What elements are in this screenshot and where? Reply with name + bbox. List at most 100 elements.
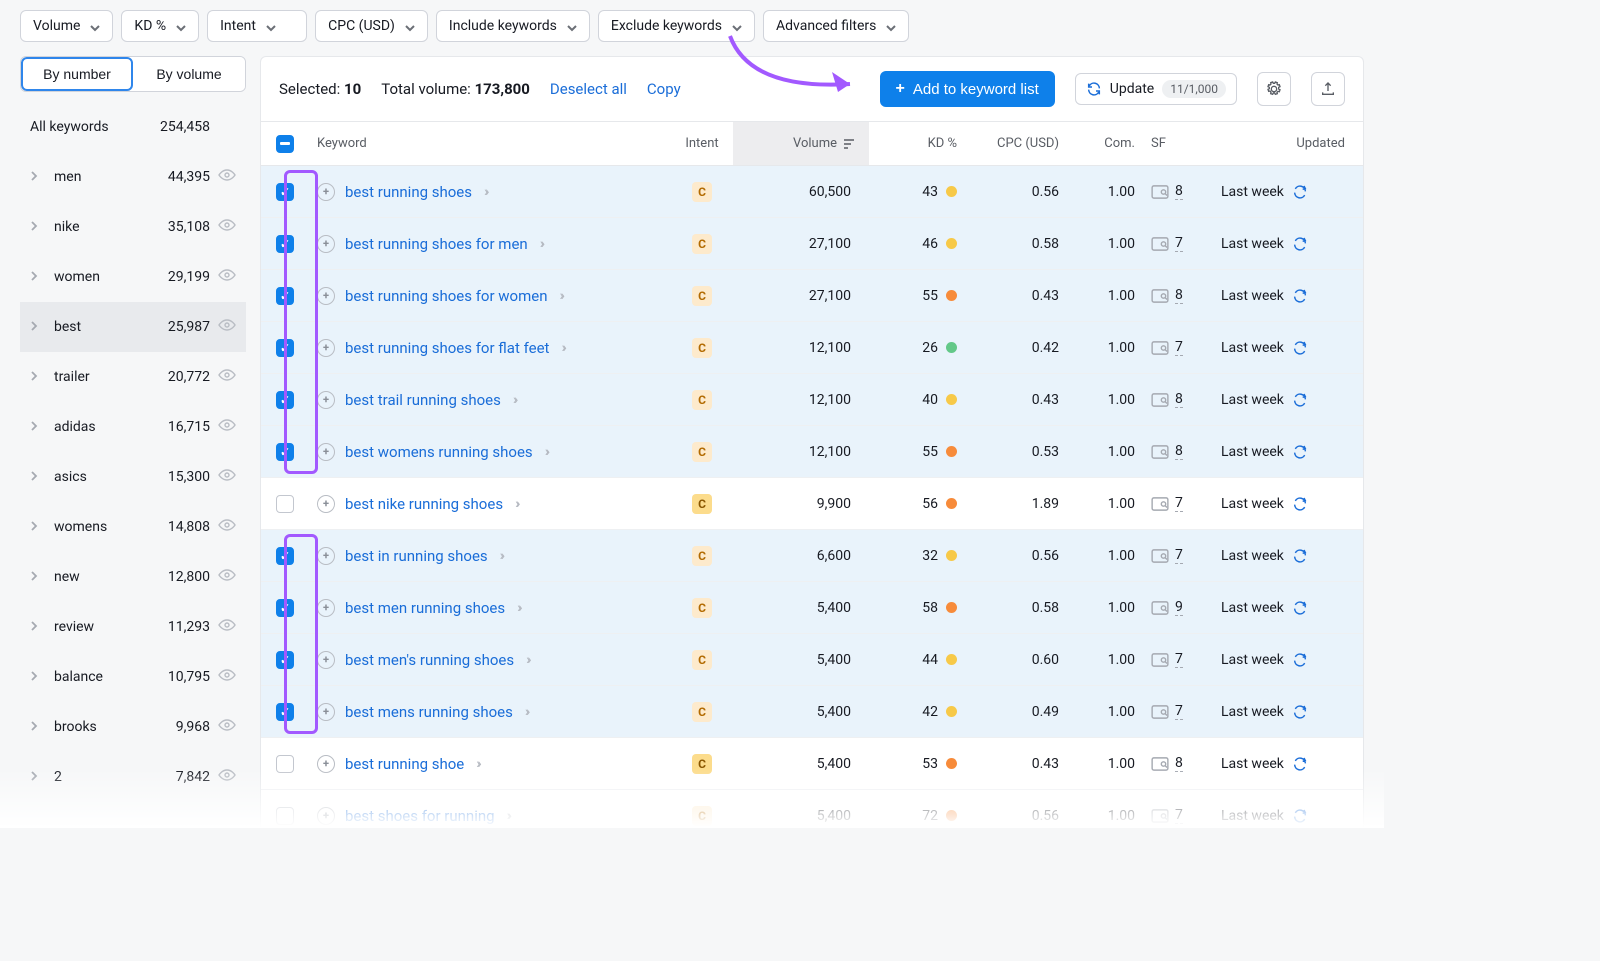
sf-cell[interactable]: 8 xyxy=(1151,391,1183,408)
add-circle-icon[interactable]: + xyxy=(317,703,335,721)
export-button[interactable] xyxy=(1311,72,1345,106)
sidebar-item-men[interactable]: men44,395 xyxy=(20,152,246,202)
eye-icon[interactable] xyxy=(218,469,236,485)
refresh-icon[interactable] xyxy=(1292,704,1308,720)
eye-icon[interactable] xyxy=(218,419,236,435)
eye-icon[interactable] xyxy=(218,669,236,685)
refresh-icon[interactable] xyxy=(1292,548,1308,564)
refresh-icon[interactable] xyxy=(1292,392,1308,408)
refresh-icon[interactable] xyxy=(1292,444,1308,460)
row-checkbox[interactable] xyxy=(276,183,294,201)
add-circle-icon[interactable]: + xyxy=(317,547,335,565)
filter-volume[interactable]: Volume xyxy=(20,10,113,42)
col-cpc[interactable]: CPC (USD) xyxy=(965,136,1067,151)
row-checkbox[interactable] xyxy=(276,235,294,253)
keyword-link[interactable]: best running shoes for flat feet xyxy=(345,339,549,357)
keyword-link[interactable]: best womens running shoes xyxy=(345,443,533,461)
all-keywords-row[interactable]: All keywords 254,458 xyxy=(20,102,246,152)
add-to-keyword-list-button[interactable]: +Add to keyword list xyxy=(880,71,1055,107)
row-checkbox[interactable] xyxy=(276,287,294,305)
add-circle-icon[interactable]: + xyxy=(317,599,335,617)
add-circle-icon[interactable]: + xyxy=(317,287,335,305)
filter-kd[interactable]: KD % xyxy=(121,10,199,42)
add-circle-icon[interactable]: + xyxy=(317,391,335,409)
col-kd[interactable]: KD % xyxy=(869,136,965,151)
row-checkbox[interactable] xyxy=(276,547,294,565)
keyword-link[interactable]: best men's running shoes xyxy=(345,651,514,669)
row-checkbox[interactable] xyxy=(276,495,294,513)
sf-cell[interactable]: 7 xyxy=(1151,703,1183,720)
filter-advanced[interactable]: Advanced filters xyxy=(763,10,909,42)
keyword-link[interactable]: best running shoes for women xyxy=(345,287,548,305)
settings-button[interactable] xyxy=(1257,72,1291,106)
row-checkbox[interactable] xyxy=(276,443,294,461)
filter-cpc[interactable]: CPC (USD) xyxy=(315,10,428,42)
deselect-all-link[interactable]: Deselect all xyxy=(550,80,627,98)
sidebar-item-nike[interactable]: nike35,108 xyxy=(20,202,246,252)
sidebar-item-best[interactable]: best25,987 xyxy=(20,302,246,352)
sf-cell[interactable]: 9 xyxy=(1151,599,1183,616)
col-com[interactable]: Com. xyxy=(1067,136,1143,151)
col-intent[interactable]: Intent xyxy=(671,136,733,151)
eye-icon[interactable] xyxy=(218,369,236,385)
row-checkbox[interactable] xyxy=(276,391,294,409)
sidebar-item-review[interactable]: review11,293 xyxy=(20,602,246,652)
eye-icon[interactable] xyxy=(218,519,236,535)
row-checkbox[interactable] xyxy=(276,339,294,357)
sidebar-item-brooks[interactable]: brooks9,968 xyxy=(20,702,246,752)
add-circle-icon[interactable]: + xyxy=(317,495,335,513)
keyword-link[interactable]: best running shoes for men xyxy=(345,235,528,253)
col-volume[interactable]: Volume xyxy=(733,122,869,165)
col-updated[interactable]: Updated xyxy=(1213,136,1363,151)
update-button[interactable]: Update 11/1,000 xyxy=(1075,73,1237,105)
row-checkbox[interactable] xyxy=(276,599,294,617)
sidebar-item-asics[interactable]: asics15,300 xyxy=(20,452,246,502)
eye-icon[interactable] xyxy=(218,169,236,185)
sf-cell[interactable]: 8 xyxy=(1151,287,1183,304)
copy-link[interactable]: Copy xyxy=(647,80,681,98)
eye-icon[interactable] xyxy=(218,719,236,735)
keyword-link[interactable]: best trail running shoes xyxy=(345,391,501,409)
sidebar-item-women[interactable]: women29,199 xyxy=(20,252,246,302)
sf-cell[interactable]: 8 xyxy=(1151,183,1183,200)
sidebar-item-adidas[interactable]: adidas16,715 xyxy=(20,402,246,452)
sf-cell[interactable]: 7 xyxy=(1151,651,1183,668)
col-keyword[interactable]: Keyword xyxy=(309,136,671,151)
keyword-link[interactable]: best running shoes xyxy=(345,183,472,201)
by-number-button[interactable]: By number xyxy=(21,57,133,91)
eye-icon[interactable] xyxy=(218,619,236,635)
row-checkbox[interactable] xyxy=(276,703,294,721)
add-circle-icon[interactable]: + xyxy=(317,651,335,669)
sf-cell[interactable]: 7 xyxy=(1151,235,1183,252)
col-sf[interactable]: SF xyxy=(1143,136,1213,151)
add-circle-icon[interactable]: + xyxy=(317,183,335,201)
keyword-link[interactable]: best nike running shoes xyxy=(345,495,503,513)
keyword-link[interactable]: best mens running shoes xyxy=(345,703,513,721)
sidebar-item-new[interactable]: new12,800 xyxy=(20,552,246,602)
eye-icon[interactable] xyxy=(218,569,236,585)
select-all-checkbox[interactable] xyxy=(276,135,294,153)
refresh-icon[interactable] xyxy=(1292,600,1308,616)
keyword-link[interactable]: best men running shoes xyxy=(345,599,505,617)
refresh-icon[interactable] xyxy=(1292,184,1308,200)
add-circle-icon[interactable]: + xyxy=(317,235,335,253)
refresh-icon[interactable] xyxy=(1292,288,1308,304)
sf-cell[interactable]: 7 xyxy=(1151,547,1183,564)
eye-icon[interactable] xyxy=(218,319,236,335)
eye-icon[interactable] xyxy=(218,269,236,285)
filter-exclude[interactable]: Exclude keywords xyxy=(598,10,755,42)
sidebar-item-womens[interactable]: womens14,808 xyxy=(20,502,246,552)
refresh-icon[interactable] xyxy=(1292,652,1308,668)
filter-include[interactable]: Include keywords xyxy=(436,10,590,42)
sf-cell[interactable]: 8 xyxy=(1151,443,1183,460)
sf-cell[interactable]: 7 xyxy=(1151,339,1183,356)
sf-cell[interactable]: 7 xyxy=(1151,495,1183,512)
sidebar-item-trailer[interactable]: trailer20,772 xyxy=(20,352,246,402)
refresh-icon[interactable] xyxy=(1292,236,1308,252)
keyword-link[interactable]: best in running shoes xyxy=(345,547,488,565)
refresh-icon[interactable] xyxy=(1292,496,1308,512)
by-volume-button[interactable]: By volume xyxy=(133,57,245,91)
filter-intent[interactable]: Intent xyxy=(207,10,307,42)
add-circle-icon[interactable]: + xyxy=(317,339,335,357)
row-checkbox[interactable] xyxy=(276,651,294,669)
